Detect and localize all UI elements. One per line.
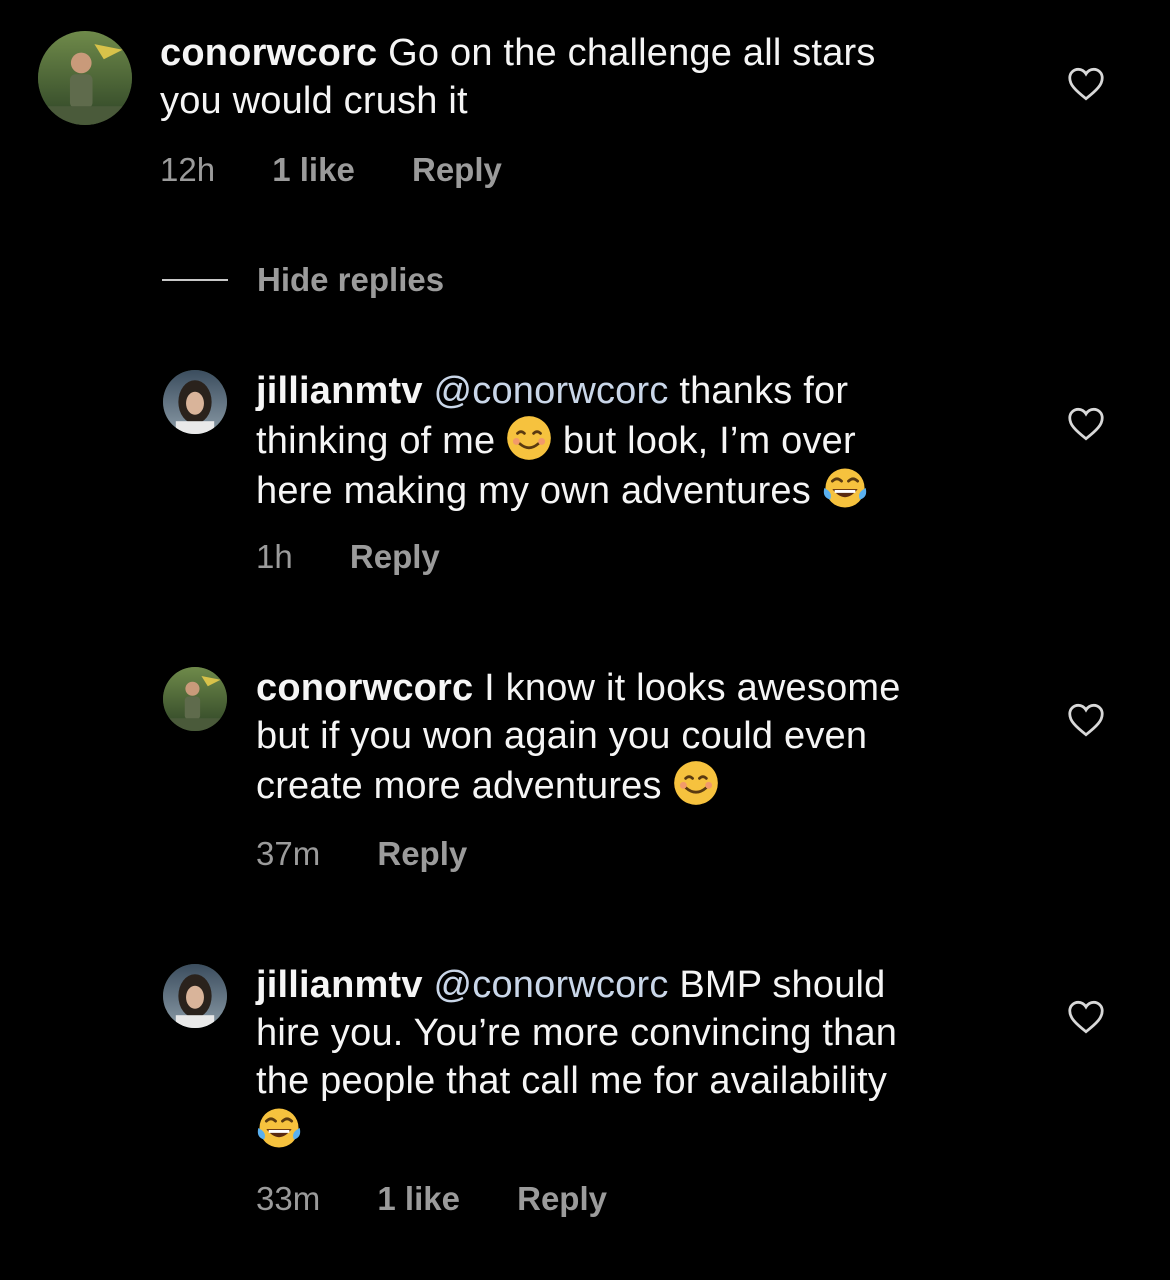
comment-text: create more adventures [256,765,662,807]
like-heart-icon[interactable] [1067,1000,1105,1034]
comment-timestamp: 1h [256,538,293,575]
mention-link[interactable]: @conorwcorc [433,370,668,412]
comment-username[interactable]: jillianmtv [256,370,423,412]
comment-username[interactable]: jillianmtv [256,964,423,1006]
comment-text: BMP should [679,964,886,1006]
like-count[interactable]: 1 like [272,151,355,188]
avatar[interactable] [38,31,132,125]
comment-timestamp: 37m [256,835,321,872]
comment-text: thinking of me [256,420,496,462]
avatar[interactable] [163,370,227,434]
reply-button[interactable]: Reply [377,835,467,872]
comment-text: but look, I’m over [562,420,856,462]
mention-link[interactable]: @conorwcorc [433,964,668,1006]
comment-text: here making my own adventures [256,470,811,512]
reply-button[interactable]: Reply [517,1180,607,1217]
comment-text: hire you. You’re more convincing than [256,1012,898,1054]
reply-button[interactable]: Reply [412,151,502,188]
comment-username[interactable]: conorwcorc [160,32,377,74]
divider [162,279,228,281]
reply-button[interactable]: Reply [350,538,440,575]
tears-of-joy-emoji-icon [823,468,866,508]
comment-text: the people that call me for availability [256,1060,888,1102]
comment-text: Go on the challenge all stars [388,32,876,74]
comment-text: but if you won again you could even [256,715,868,757]
tears-of-joy-emoji-icon [257,1108,301,1148]
like-heart-icon[interactable] [1067,407,1105,441]
like-heart-icon[interactable] [1067,67,1105,101]
smiling-face-emoji-icon [507,416,551,460]
smiling-face-emoji-icon [673,761,718,805]
avatar[interactable] [163,667,227,731]
comment-timestamp: 33m [256,1180,321,1217]
comment-username[interactable]: conorwcorc [256,667,473,709]
hide-replies-label[interactable]: Hide replies [257,258,444,302]
comment-text: you would crush it [160,80,468,122]
comment-text: thanks for [679,370,849,412]
comment-text: I know it looks awesome [484,667,901,709]
avatar[interactable] [163,964,227,1028]
comment-timestamp: 12h [160,151,216,188]
like-count[interactable]: 1 like [377,1180,460,1217]
like-heart-icon[interactable] [1067,703,1105,737]
